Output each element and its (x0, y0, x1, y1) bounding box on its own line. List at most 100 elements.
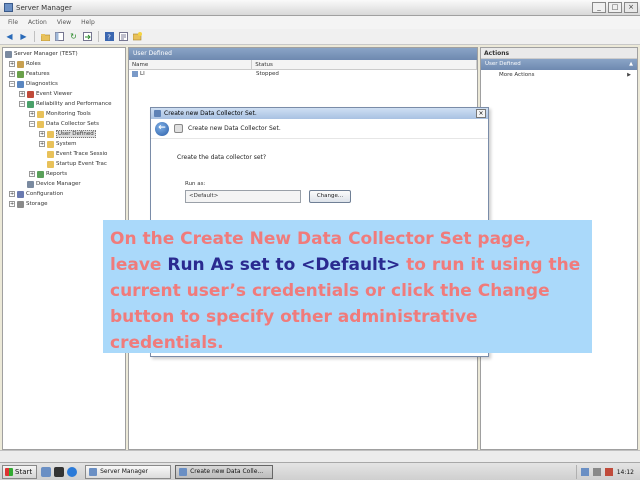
dialog-titlebar: Create new Data Collector Set. × (151, 108, 488, 119)
menu-bar: File Action View Help (0, 16, 640, 29)
close-button[interactable]: × (624, 2, 638, 13)
expand-icon[interactable]: + (29, 171, 35, 177)
taskbar: Start Server Manager Create new Data Col… (0, 462, 640, 480)
folder-icon (37, 120, 44, 128)
dialog-close-button[interactable]: × (476, 109, 486, 118)
wizard-title: Create new Data Collector Set. (188, 125, 281, 132)
column-header-status[interactable]: Status (252, 60, 477, 69)
table-row[interactable]: LI Stopped (129, 70, 477, 79)
run-as-field[interactable]: <Default> (185, 190, 301, 203)
server-manager-icon (4, 3, 13, 12)
tree-item-data-collector-sets[interactable]: − Data Collector Sets (29, 119, 99, 129)
performance-icon (27, 100, 34, 108)
actions-section-label: User Defined (485, 61, 521, 67)
command-prompt-icon[interactable] (54, 466, 65, 477)
minimize-button[interactable]: _ (592, 2, 606, 13)
network-icon[interactable] (580, 468, 589, 476)
expand-icon[interactable]: + (9, 201, 15, 207)
folder-icon (37, 110, 44, 118)
tree-item-reliability-performance[interactable]: − Reliability and Performance (19, 99, 112, 109)
expand-icon[interactable]: + (39, 131, 45, 137)
menu-action[interactable]: Action (28, 19, 47, 26)
toolbar-separator (98, 31, 99, 42)
callout-highlight: Run As set to <Default> (167, 255, 401, 275)
window-title: Server Manager (16, 3, 72, 12)
expand-icon[interactable]: + (9, 71, 15, 77)
start-button[interactable]: Start (2, 464, 38, 479)
more-actions-label: More Actions (499, 72, 535, 78)
tree-item-server-manager[interactable]: Server Manager (TEST) (5, 49, 78, 59)
new-item-icon[interactable] (132, 31, 143, 42)
taskbar-server-manager[interactable]: Server Manager (85, 464, 172, 479)
up-folder-icon[interactable] (40, 31, 51, 42)
volume-icon[interactable] (592, 468, 601, 476)
expand-icon[interactable]: + (19, 91, 25, 97)
menu-file[interactable]: File (8, 19, 18, 26)
data-collector-set-icon (132, 70, 138, 77)
menu-view[interactable]: View (57, 19, 71, 26)
window-controls: _ □ × (592, 2, 638, 13)
expand-icon[interactable]: + (9, 191, 15, 197)
tree-item-diagnostics[interactable]: − Diagnostics (9, 79, 58, 89)
row-name-cell: LI (129, 70, 253, 79)
data-collector-icon (179, 467, 188, 476)
back-arrow-icon[interactable]: ◀ (4, 31, 15, 42)
event-viewer-icon (27, 90, 34, 98)
collapse-up-icon[interactable]: ▲ (629, 59, 633, 70)
taskbar-create-data-collector-label: Create new Data Colle... (190, 468, 264, 475)
collapse-icon[interactable]: − (19, 101, 25, 107)
tree-item-reports[interactable]: + Reports (29, 169, 67, 179)
taskbar-create-data-collector[interactable]: Create new Data Colle... (175, 464, 274, 479)
help-icon[interactable]: ? (104, 31, 115, 42)
callout-text: On the Create New Data Collector Set pag… (110, 226, 586, 356)
export-icon[interactable] (82, 31, 93, 42)
tree-item-user-defined[interactable]: + User Defined (39, 129, 96, 139)
change-button[interactable]: Change... (309, 190, 351, 203)
quick-launch (41, 466, 78, 477)
wizard-header: ← Create new Data Collector Set. (151, 119, 488, 139)
start-label: Start (15, 467, 33, 476)
run-as-label: Run as: (185, 181, 206, 187)
reports-icon (37, 170, 44, 178)
actions-section-header[interactable]: User Defined ▲ (481, 59, 637, 70)
maximize-button[interactable]: □ (608, 2, 622, 13)
security-icon[interactable] (604, 468, 613, 476)
folder-icon (47, 160, 54, 168)
wizard-icon (174, 124, 183, 133)
tree-item-features[interactable]: + Features (9, 69, 50, 79)
tree-item-monitoring-tools[interactable]: + Monitoring Tools (29, 109, 91, 119)
folder-icon (47, 150, 54, 158)
expand-icon[interactable]: + (39, 141, 45, 147)
tree-item-device-manager[interactable]: Device Manager (27, 179, 81, 189)
column-header-name[interactable]: Name (129, 60, 253, 69)
server-icon (5, 50, 12, 58)
server-manager-quicklaunch-icon[interactable] (41, 466, 52, 477)
collapse-icon[interactable]: − (29, 121, 35, 127)
submenu-arrow-icon: ▶ (627, 72, 631, 78)
actions-header: Actions (481, 48, 637, 59)
properties-icon[interactable] (118, 31, 129, 42)
forward-arrow-icon[interactable]: ▶ (18, 31, 29, 42)
tree-item-system[interactable]: + System (39, 139, 77, 149)
internet-explorer-icon[interactable] (67, 466, 78, 477)
tree-item-storage[interactable]: + Storage (9, 199, 48, 209)
server-manager-icon (89, 467, 98, 476)
toolbar-separator (34, 31, 35, 42)
menu-help[interactable]: Help (81, 19, 95, 26)
collapse-icon[interactable]: − (9, 81, 15, 87)
more-actions-item[interactable]: More Actions ▶ (481, 70, 637, 80)
tree-item-startup-event-trace[interactable]: Startup Event Trac (47, 159, 107, 169)
svg-text:?: ? (107, 34, 111, 42)
taskbar-server-manager-label: Server Manager (100, 468, 148, 475)
back-arrow-icon[interactable]: ← (155, 121, 169, 136)
tree-item-configuration[interactable]: + Configuration (9, 189, 63, 199)
tree-item-event-viewer[interactable]: + Event Viewer (19, 89, 72, 99)
clock[interactable]: 14:12 (617, 469, 634, 476)
refresh-icon[interactable]: ↻ (68, 31, 79, 42)
show-hide-tree-icon[interactable] (54, 31, 65, 42)
configuration-icon (17, 190, 24, 198)
expand-icon[interactable]: + (29, 111, 35, 117)
tree-item-event-trace-sessions[interactable]: Event Trace Sessio (47, 149, 107, 159)
tree-item-roles[interactable]: + Roles (9, 59, 41, 69)
expand-icon[interactable]: + (9, 61, 15, 67)
